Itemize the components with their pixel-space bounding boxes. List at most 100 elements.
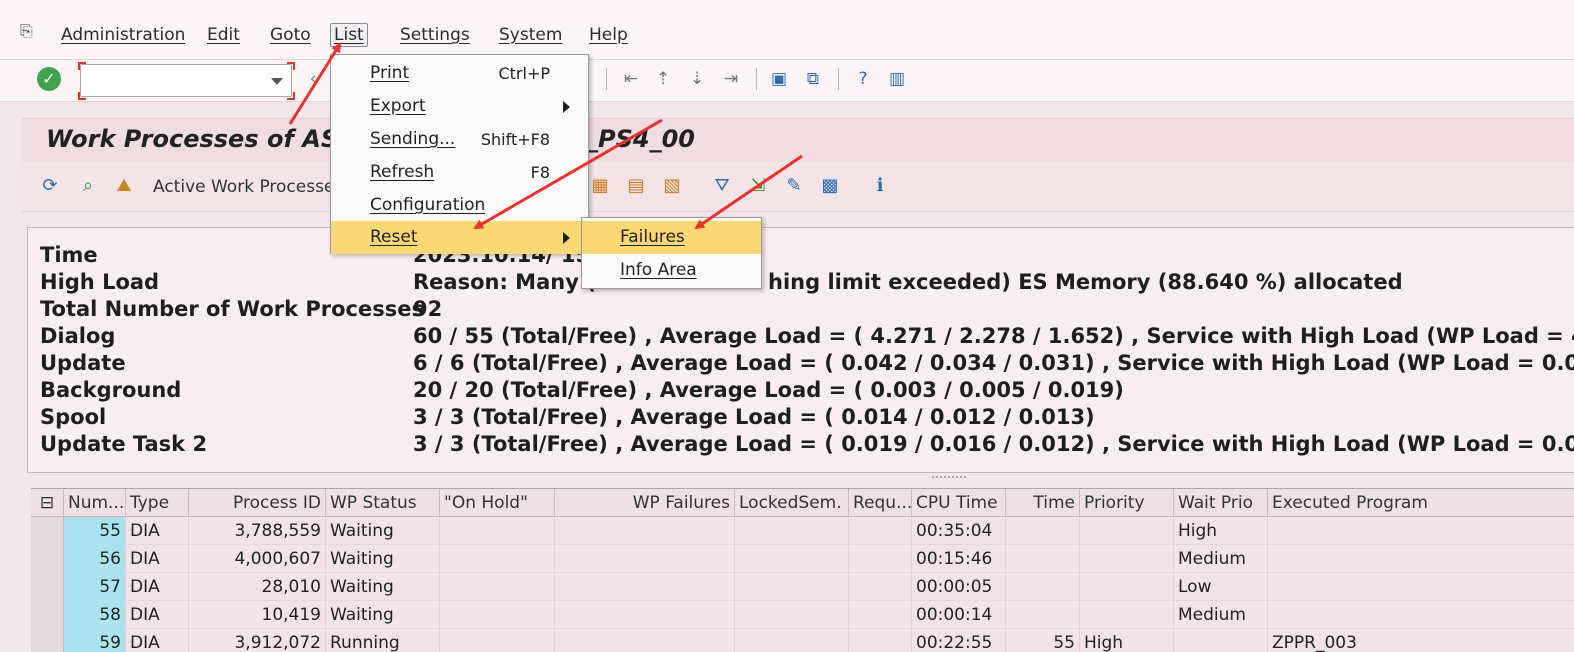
menu-item-label: Failures: [620, 227, 685, 247]
app-menu-icon[interactable]: ⎘: [20, 22, 42, 40]
row-selector[interactable]: [31, 629, 64, 652]
cell-on-hold: [440, 573, 555, 601]
col-type[interactable]: Type: [126, 489, 189, 517]
cell-num: 57: [64, 573, 126, 601]
splitter-handle[interactable]: [932, 476, 966, 480]
filter-table-icon[interactable]: ▧: [660, 174, 684, 198]
menu-administration[interactable]: Administration: [58, 24, 188, 48]
reset-submenu: Failures Info Area: [581, 217, 762, 289]
info-icon[interactable]: ℹ: [868, 174, 892, 198]
info-label: High Load: [40, 270, 160, 294]
menu-item-label: Print: [370, 63, 410, 83]
menu-item-configuration[interactable]: Configuration: [331, 189, 588, 222]
cell-process-id: 3,788,559: [189, 517, 326, 545]
cell-process-id: 4,000,607: [189, 545, 326, 573]
calculator-icon[interactable]: ▩: [818, 174, 842, 198]
refresh-icon[interactable]: ⟳: [38, 174, 62, 198]
table-row[interactable]: 55 DIA 3,788,559 Waiting 00:35:04 High: [31, 517, 1574, 545]
row-selector[interactable]: [31, 573, 64, 601]
back-icon[interactable]: ‹: [302, 68, 324, 90]
row-selector[interactable]: [31, 601, 64, 629]
col-num[interactable]: Num...: [64, 489, 126, 517]
shortcut-icon[interactable]: ⧉: [802, 68, 824, 90]
help-icon[interactable]: ?: [852, 68, 874, 90]
col-on-hold[interactable]: "On Hold": [440, 489, 555, 517]
highlight-corner: [78, 92, 86, 100]
chevron-down-icon[interactable]: [271, 78, 283, 85]
cell-cpu-time: 00:15:46: [912, 545, 1006, 573]
layout-icon[interactable]: ▤: [624, 174, 648, 198]
col-wait-prio[interactable]: Wait Prio: [1174, 489, 1268, 517]
menu-item-sending[interactable]: Sending... Shift+F8: [331, 123, 588, 156]
menu-item-print[interactable]: Print Ctrl+P: [331, 57, 588, 90]
table-icon[interactable]: ▦: [588, 174, 612, 198]
row-selector[interactable]: [31, 545, 64, 573]
customize-layout-icon[interactable]: ▥: [886, 68, 908, 90]
cell-executed-program: [1268, 545, 1574, 573]
row-selector[interactable]: [31, 517, 64, 545]
previous-page-icon[interactable]: ⇡: [652, 68, 674, 90]
menu-item-refresh[interactable]: Refresh F8: [331, 156, 588, 189]
first-page-icon[interactable]: ⇤: [620, 68, 642, 90]
enter-check-icon[interactable]: ✓: [37, 67, 61, 91]
col-wp-failures[interactable]: WP Failures: [555, 489, 735, 517]
menu-item-reset[interactable]: Reset: [331, 221, 588, 254]
last-page-icon[interactable]: ⇥: [720, 68, 742, 90]
cell-requ: [849, 517, 912, 545]
menu-help[interactable]: Help: [586, 24, 631, 48]
next-page-icon[interactable]: ⇣: [686, 68, 708, 90]
layout-icon[interactable]: ⊟: [31, 489, 64, 517]
filter-icon[interactable]: ⛛: [710, 174, 734, 198]
col-time[interactable]: Time: [1006, 489, 1080, 517]
menu-edit[interactable]: Edit: [204, 24, 243, 48]
cell-type: DIA: [126, 601, 189, 629]
new-session-icon[interactable]: ▣: [768, 68, 790, 90]
col-process-id[interactable]: Process ID: [189, 489, 326, 517]
menu-item-export[interactable]: Export: [331, 90, 588, 123]
menu-goto[interactable]: Goto: [267, 24, 314, 48]
menu-list[interactable]: List: [330, 23, 368, 47]
table-row[interactable]: 59 DIA 3,912,072 Running 00:22:55 55 Hig…: [31, 629, 1574, 652]
col-cpu-time[interactable]: CPU Time: [912, 489, 1006, 517]
cell-num: 59: [64, 629, 126, 652]
details-icon[interactable]: ⌕: [76, 174, 100, 198]
cell-wait-prio: Medium: [1174, 601, 1268, 629]
info-label: Update Task 2: [40, 432, 208, 456]
col-requ[interactable]: Requ...: [849, 489, 912, 517]
toolbar-separator: [606, 68, 607, 90]
active-work-processes-button[interactable]: Active Work Processe: [153, 177, 334, 197]
cell-wp-failures: [555, 629, 735, 652]
cell-priority: [1080, 545, 1174, 573]
menu-item-info-area[interactable]: Info Area: [582, 254, 761, 287]
command-field[interactable]: [80, 64, 292, 97]
col-wp-status[interactable]: WP Status: [326, 489, 440, 517]
cell-type: DIA: [126, 573, 189, 601]
info-label: Update: [40, 351, 126, 375]
chart-icon[interactable]: ⛰: [112, 174, 136, 198]
cell-on-hold: [440, 601, 555, 629]
export-icon[interactable]: ⇲: [746, 174, 770, 198]
cell-time: [1006, 573, 1080, 601]
menu-settings[interactable]: Settings: [397, 24, 473, 48]
submenu-arrow-icon: [563, 232, 570, 244]
table-row[interactable]: 57 DIA 28,010 Waiting 00:00:05 Low: [31, 573, 1574, 601]
menu-item-label: Refresh: [370, 162, 435, 182]
edit-icon[interactable]: ✎: [782, 174, 806, 198]
cell-wp-status: Waiting: [326, 573, 440, 601]
info-value: 3 / 3 (Total/Free) , Average Load = ( 0.…: [413, 405, 1095, 429]
col-locked-sem[interactable]: LockedSem.: [735, 489, 849, 517]
cell-wait-prio: Medium: [1174, 545, 1268, 573]
cell-num: 56: [64, 545, 126, 573]
cell-priority: [1080, 573, 1174, 601]
col-executed-program[interactable]: Executed Program: [1268, 489, 1574, 517]
menu-system[interactable]: System: [496, 24, 565, 48]
cell-on-hold: [440, 545, 555, 573]
cell-wp-failures: [555, 601, 735, 629]
cell-requ: [849, 629, 912, 652]
table-row[interactable]: 56 DIA 4,000,607 Waiting 00:15:46 Medium: [31, 545, 1574, 573]
menu-item-failures[interactable]: Failures: [582, 221, 761, 254]
table-row[interactable]: 58 DIA 10,419 Waiting 00:00:14 Medium: [31, 601, 1574, 629]
col-priority[interactable]: Priority: [1080, 489, 1174, 517]
cell-requ: [849, 601, 912, 629]
info-label: Spool: [40, 405, 107, 429]
